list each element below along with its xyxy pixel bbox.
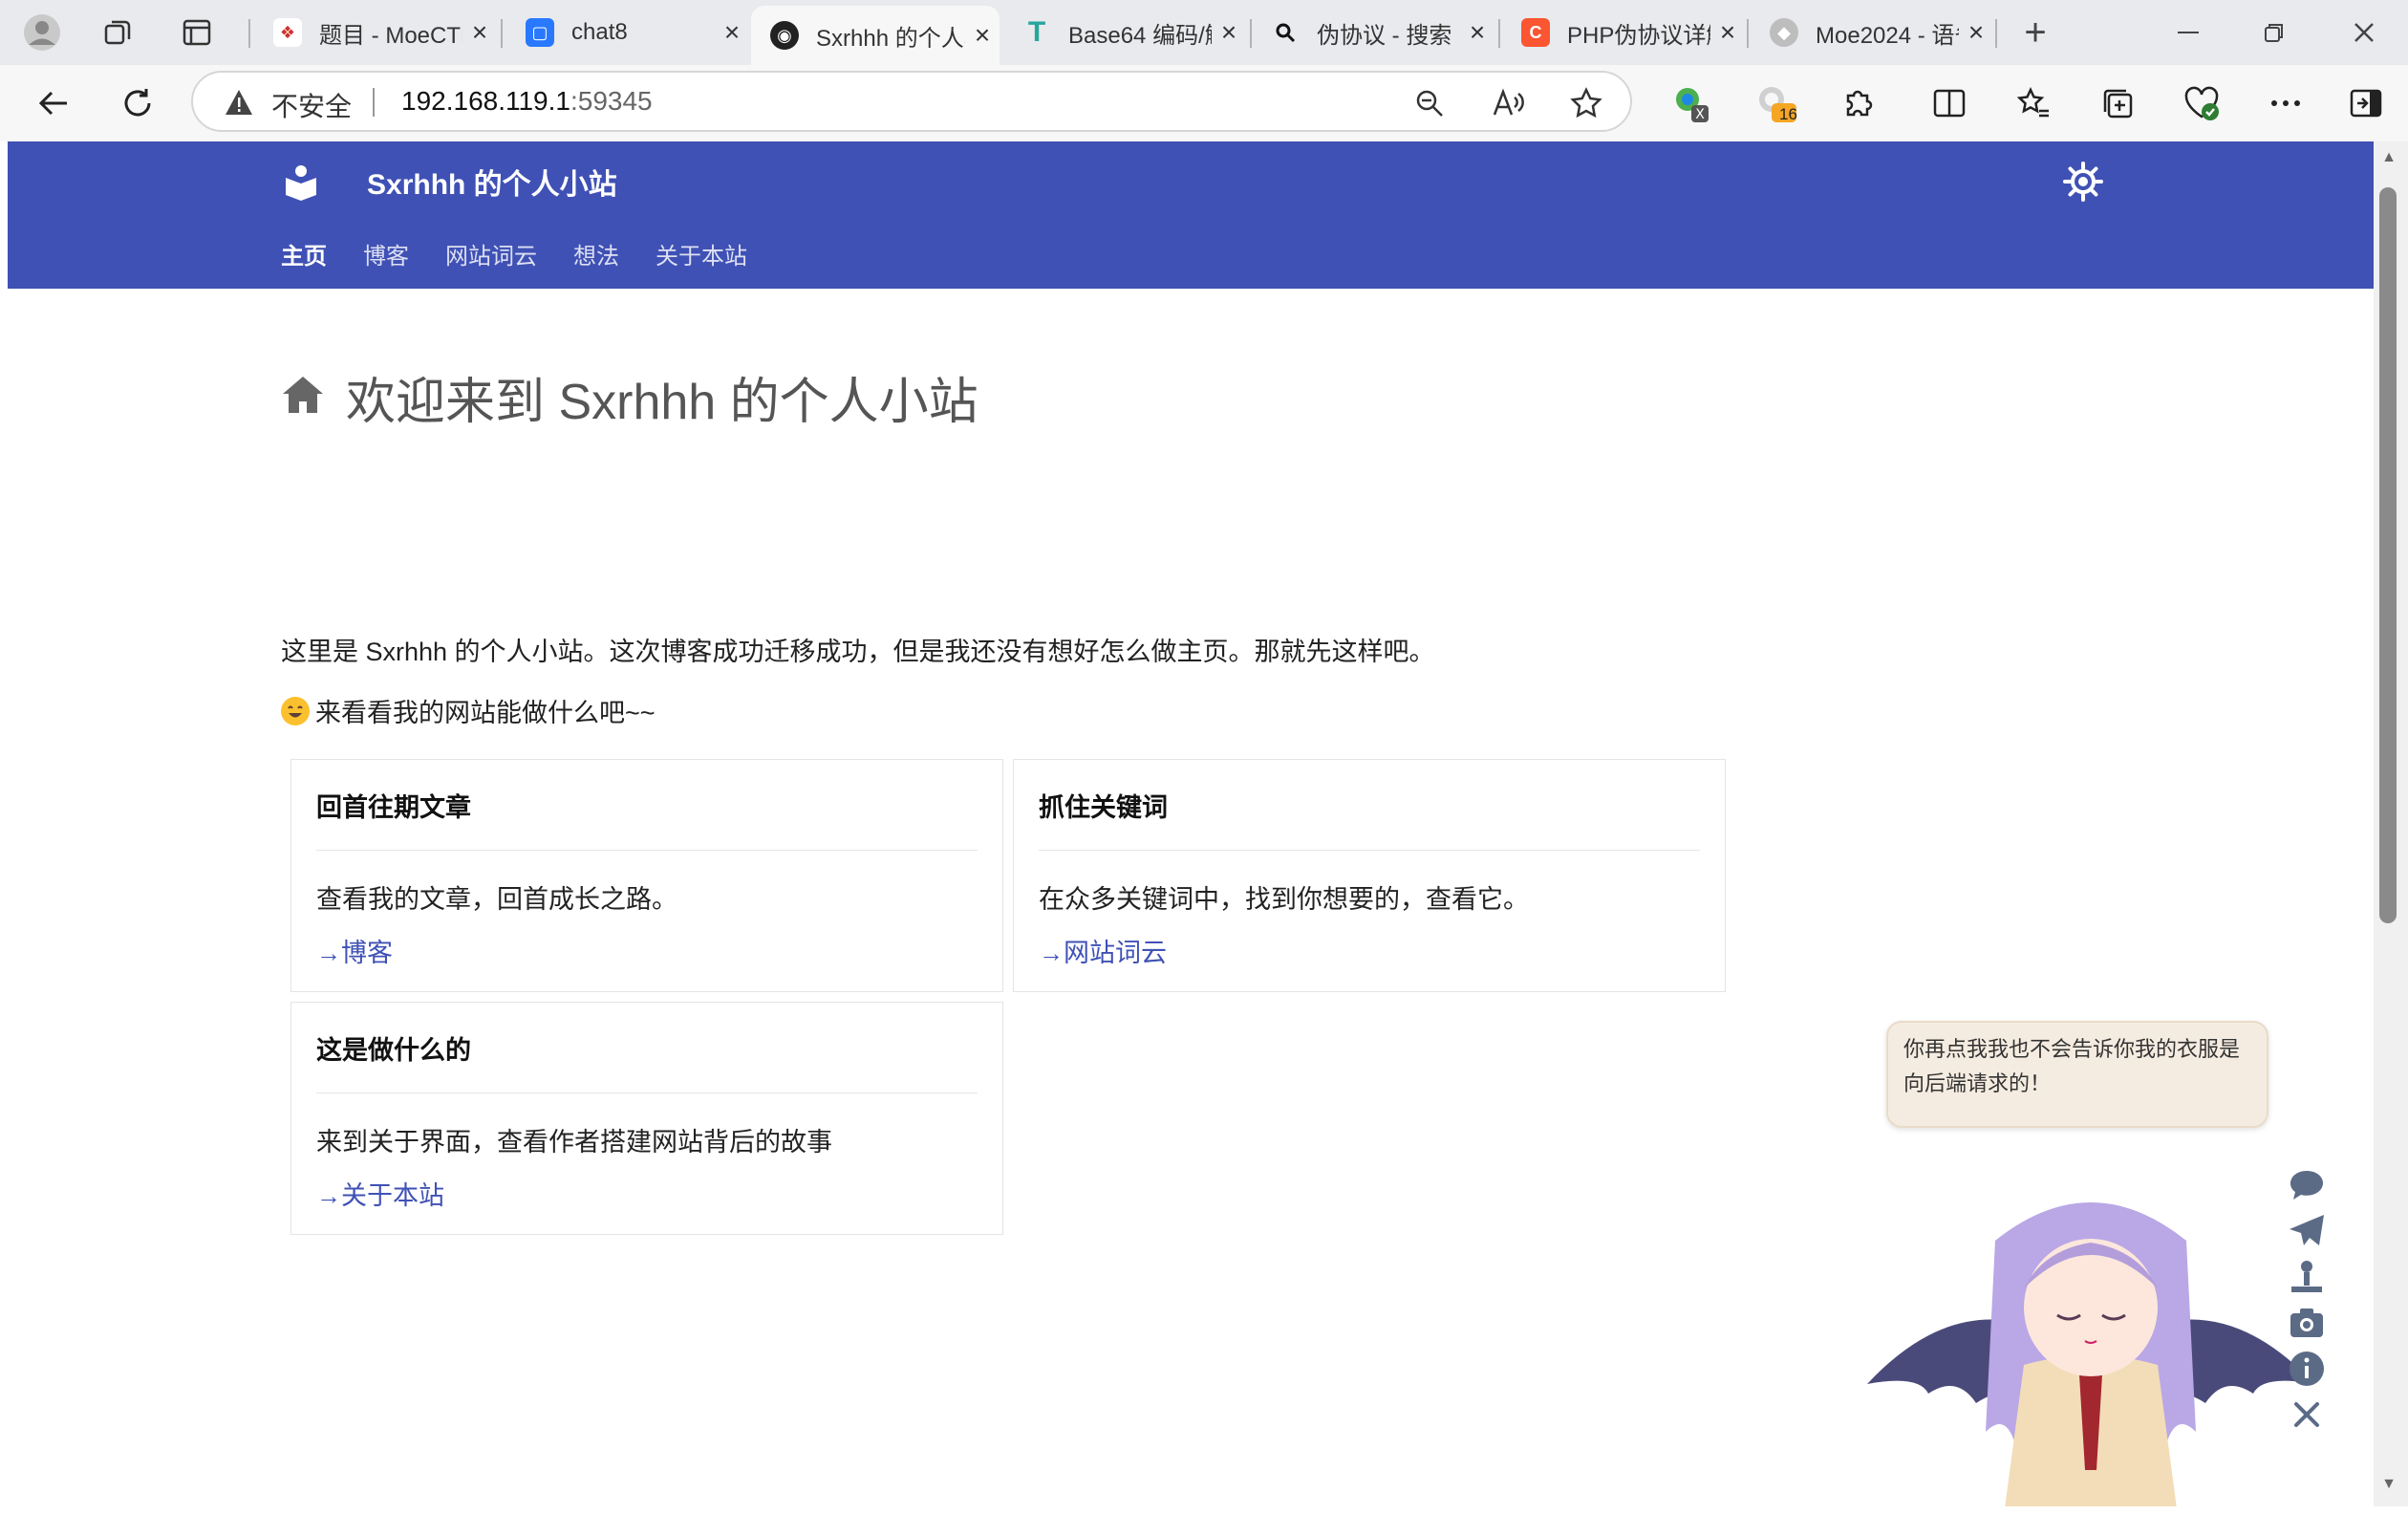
tab-strip: ❖ 题目 - MoeCTF × ▢ chat8 × ◉ Sxrhhh 的个人小站… bbox=[0, 0, 2408, 65]
site-title[interactable]: Sxrhhh 的个人小站 bbox=[367, 161, 617, 203]
close-icon[interactable]: × bbox=[1460, 17, 1494, 48]
extension-vpn-icon[interactable]: X bbox=[1668, 80, 1714, 126]
workspaces-icon[interactable] bbox=[96, 10, 141, 55]
camera-icon[interactable] bbox=[2286, 1302, 2328, 1344]
info-icon[interactable] bbox=[2286, 1348, 2328, 1390]
refresh-button[interactable] bbox=[115, 80, 161, 126]
chat-icon[interactable] bbox=[2286, 1164, 2328, 1206]
minimize-button[interactable] bbox=[2160, 8, 2217, 57]
mascot-character[interactable] bbox=[1861, 1183, 2320, 1506]
read-aloud-icon[interactable] bbox=[1487, 82, 1529, 124]
scrollbar-thumb[interactable] bbox=[2379, 187, 2397, 923]
chat-icon: ▢ bbox=[526, 18, 554, 47]
arrow-right-icon: → bbox=[1039, 939, 1064, 967]
close-icon[interactable]: × bbox=[1710, 17, 1745, 48]
nav-blog[interactable]: 博客 bbox=[363, 237, 409, 270]
close-icon[interactable]: × bbox=[462, 17, 497, 48]
link-wordcloud[interactable]: →网站词云 bbox=[1039, 932, 1167, 969]
profile-icon[interactable] bbox=[19, 10, 65, 55]
site-icon: ◉ bbox=[770, 21, 799, 50]
split-screen-icon[interactable] bbox=[1926, 80, 1972, 126]
close-icon[interactable] bbox=[2286, 1394, 2328, 1436]
smile-emoji-icon bbox=[281, 696, 310, 725]
arrow-right-icon: → bbox=[316, 939, 341, 967]
theme-toggle-icon[interactable] bbox=[2062, 161, 2104, 203]
ctf-icon: ❖ bbox=[273, 18, 302, 47]
close-icon[interactable]: × bbox=[1212, 17, 1246, 48]
svg-text:X: X bbox=[1695, 107, 1705, 122]
page-heading: 欢迎来到 Sxrhhh 的个人小站 bbox=[281, 361, 978, 433]
arrow-right-icon: → bbox=[316, 1181, 341, 1210]
tab-moectf[interactable]: ❖ 题目 - MoeCTF × bbox=[254, 6, 497, 59]
back-button[interactable] bbox=[31, 80, 76, 126]
address-bar[interactable]: 不安全 192.168.119.1:59345 bbox=[191, 71, 1632, 132]
tab-sxrhhh[interactable]: ◉ Sxrhhh 的个人小站 × bbox=[751, 6, 1000, 65]
site-nav: 主页 博客 网站词云 想法 关于本站 bbox=[281, 237, 784, 270]
favorite-star-icon[interactable] bbox=[1565, 82, 1607, 124]
site-header: Sxrhhh 的个人小站 主页 博客 网站词云 想法 关于本站 bbox=[8, 141, 2374, 289]
mascot-speech-bubble: 你再点我我也不会告诉你我的衣服是 向后端请求的！ bbox=[1886, 1021, 2268, 1128]
card-articles: 回首往期文章 查看我的文章，回首成长之路。 →博客 bbox=[290, 759, 1003, 992]
tab-actions-icon[interactable] bbox=[174, 10, 220, 55]
tab-php[interactable]: C PHP伪协议详解 × bbox=[1502, 6, 1745, 59]
url-text[interactable]: 192.168.119.1:59345 bbox=[401, 86, 653, 117]
new-tab-button[interactable]: + bbox=[2007, 8, 2064, 57]
logo-icon[interactable] bbox=[283, 162, 319, 201]
base64-icon: T bbox=[1027, 16, 1046, 48]
tab-chat8[interactable]: ▢ chat8 × bbox=[506, 6, 749, 59]
tab-search[interactable]: 伪协议 - 搜索 × bbox=[1252, 6, 1494, 59]
close-icon[interactable]: × bbox=[715, 17, 749, 48]
security-label[interactable]: 不安全 bbox=[271, 86, 352, 124]
more-options-icon[interactable] bbox=[2263, 80, 2309, 126]
close-window-button[interactable] bbox=[2335, 8, 2393, 57]
nav-ideas[interactable]: 想法 bbox=[573, 237, 619, 270]
performance-icon[interactable] bbox=[2179, 80, 2225, 126]
yuque-icon: ◆ bbox=[1770, 18, 1798, 47]
scroll-down-icon[interactable]: ▼ bbox=[2379, 1476, 2398, 1493]
tab-base64[interactable]: T Base64 编码/解码 × bbox=[1003, 6, 1246, 59]
collections-icon[interactable] bbox=[2095, 80, 2140, 126]
favorites-icon[interactable] bbox=[2010, 80, 2056, 126]
csdn-icon: C bbox=[1521, 18, 1550, 47]
page-title: 欢迎来到 Sxrhhh 的个人小站 bbox=[346, 375, 978, 430]
tab-moe2024[interactable]: ◆ Moe2024 - 语雀 × bbox=[1751, 6, 1993, 59]
close-icon[interactable]: × bbox=[1959, 17, 1993, 48]
intro-text: 这里是 Sxrhhh 的个人小站。这次博客成功迁移成功，但是我还没有想好怎么做主… bbox=[281, 638, 1435, 666]
warning-icon[interactable] bbox=[224, 88, 254, 121]
nav-wordcloud[interactable]: 网站词云 bbox=[445, 237, 537, 270]
restore-button[interactable] bbox=[2246, 8, 2303, 57]
home-icon bbox=[281, 375, 325, 420]
scroll-up-icon[interactable]: ▲ bbox=[2379, 149, 2398, 166]
search-icon bbox=[1271, 18, 1300, 47]
cta-line: 来看看我的网站能做什么吧~~ bbox=[281, 692, 656, 729]
extension-badge-icon[interactable]: 16 bbox=[1752, 80, 1798, 126]
browser-toolbar: 不安全 192.168.119.1:59345 X 16 bbox=[0, 65, 2408, 141]
nav-about[interactable]: 关于本站 bbox=[656, 237, 747, 270]
page-viewport: Sxrhhh 的个人小站 主页 博客 网站词云 想法 关于本站 欢迎来到 Sxr… bbox=[8, 141, 2374, 1506]
paper-plane-icon[interactable] bbox=[2286, 1210, 2328, 1252]
card-about: 这是做什么的 来到关于界面，查看作者搭建网站背后的故事 →关于本站 bbox=[290, 1002, 1003, 1235]
card-keywords: 抓住关键词 在众多关键词中，找到你想要的，查看它。 →网站词云 bbox=[1013, 759, 1726, 992]
mascot-tools bbox=[2286, 1164, 2333, 1439]
sidebar-toggle-icon[interactable] bbox=[2343, 80, 2389, 126]
link-blog[interactable]: →博客 bbox=[316, 932, 393, 969]
extensions-puzzle-icon[interactable] bbox=[1835, 80, 1881, 126]
zoom-icon[interactable] bbox=[1408, 82, 1451, 124]
close-icon[interactable]: × bbox=[965, 20, 1000, 51]
nav-home[interactable]: 主页 bbox=[281, 237, 327, 270]
user-icon[interactable] bbox=[2286, 1256, 2328, 1298]
link-about[interactable]: →关于本站 bbox=[316, 1175, 444, 1212]
